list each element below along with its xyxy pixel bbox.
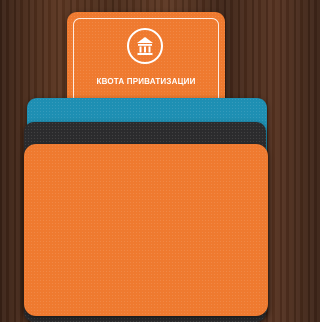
card-title: КВОТА ПРИВАТИЗАЦИИ	[96, 77, 196, 86]
card-orange-front[interactable]	[24, 144, 268, 316]
building-icon	[127, 28, 163, 64]
table-surface: КВОТА ПРИВАТИЗАЦИИ	[0, 0, 268, 322]
